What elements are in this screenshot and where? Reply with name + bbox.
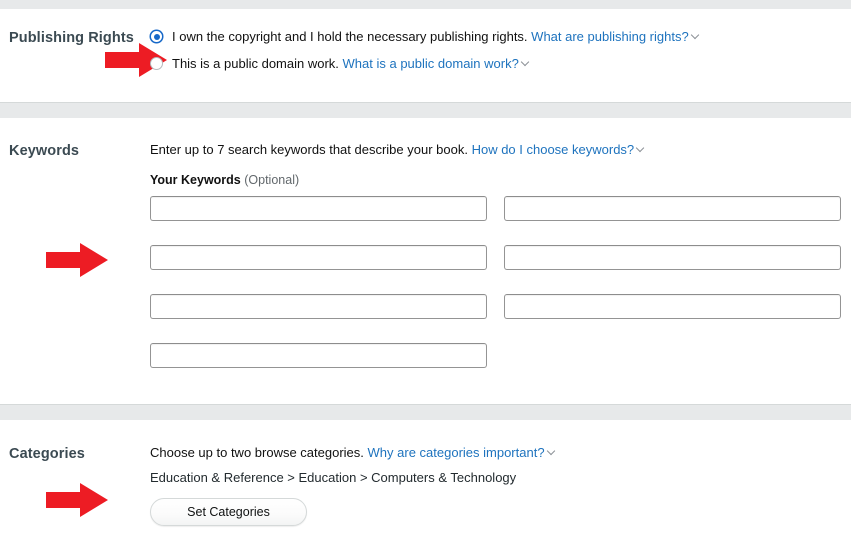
publishing-rights-option-own-copyright[interactable]: I own the copyright and I hold the neces… (150, 28, 839, 46)
radio-public-domain-icon[interactable] (150, 57, 163, 70)
keyword-input-7[interactable] (150, 343, 487, 368)
chevron-down-icon-keywords[interactable] (637, 144, 646, 153)
keyword-input-1[interactable] (150, 196, 487, 221)
section-title-keywords: Keywords (9, 143, 80, 159)
arrow-categories-icon (46, 483, 108, 517)
keywords-label-column: Keywords (0, 141, 150, 277)
keywords-intro: Enter up to 7 search keywords that descr… (150, 141, 841, 159)
link-what-is-a-public-domain-work[interactable]: What is a public domain work? (343, 56, 519, 71)
keyword-input-4[interactable] (504, 245, 841, 270)
section-title-categories: Categories (9, 446, 85, 462)
keywords-input-grid (150, 196, 841, 392)
publishing-rights-option-public-domain[interactable]: This is a public domain work. What is a … (150, 55, 839, 73)
categories-label-column: Categories (0, 444, 150, 517)
keyword-cell-6 (504, 294, 841, 319)
keyword-cell-2 (504, 196, 841, 221)
publishing-rights-option-own-copyright-label: I own the copyright and I hold the neces… (172, 28, 701, 46)
divider-categories (0, 404, 851, 420)
section-keywords: Keywords Enter up to 7 search keywords t… (0, 118, 851, 404)
categories-intro-text: Choose up to two browse categories. (150, 445, 364, 460)
keyword-cell-7 (150, 343, 487, 368)
chevron-down-icon-public-domain[interactable] (522, 58, 531, 67)
link-what-are-publishing-rights[interactable]: What are publishing rights? (531, 29, 689, 44)
section-categories: Categories Choose up to two browse categ… (0, 420, 851, 536)
categories-intro: Choose up to two browse categories. Why … (150, 444, 839, 462)
keywords-sublabel-text: Your Keywords (150, 173, 241, 187)
section-publishing-rights: Publishing Rights I own the copyright an… (0, 9, 851, 102)
link-how-do-i-choose-keywords[interactable]: How do I choose keywords? (472, 142, 635, 157)
option-own-copyright-text: I own the copyright and I hold the neces… (172, 29, 528, 44)
link-why-are-categories-important[interactable]: Why are categories important? (368, 445, 545, 460)
chevron-down-icon-publishing-rights[interactable] (692, 31, 701, 40)
top-divider-band (0, 0, 851, 9)
publishing-rights-body: I own the copyright and I hold the neces… (150, 28, 851, 82)
publishing-rights-label-column: Publishing Rights (0, 28, 167, 77)
keyword-cell-4 (504, 245, 841, 270)
keywords-body: Enter up to 7 search keywords that descr… (150, 141, 851, 392)
divider-keywords (0, 102, 851, 118)
radio-own-copyright-icon[interactable] (150, 30, 163, 43)
keyword-cell-5 (150, 294, 487, 319)
keyword-input-2[interactable] (504, 196, 841, 221)
keywords-intro-text: Enter up to 7 search keywords that descr… (150, 142, 468, 157)
keywords-sublabel-optional: (Optional) (244, 173, 300, 187)
keywords-sublabel: Your Keywords (Optional) (150, 172, 841, 188)
keyword-cell-1 (150, 196, 487, 221)
keyword-cell-3 (150, 245, 487, 270)
chevron-down-icon-categories[interactable] (548, 447, 557, 456)
set-categories-button[interactable]: Set Categories (150, 498, 307, 526)
arrow-keywords-icon (46, 243, 108, 277)
publishing-rights-option-public-domain-label: This is a public domain work. What is a … (172, 55, 531, 73)
keyword-input-3[interactable] (150, 245, 487, 270)
keyword-input-5[interactable] (150, 294, 487, 319)
option-public-domain-text: This is a public domain work. (172, 56, 339, 71)
keyword-input-6[interactable] (504, 294, 841, 319)
categories-selected-path: Education & Reference > Education > Comp… (150, 470, 517, 485)
categories-body: Choose up to two browse categories. Why … (150, 444, 851, 526)
